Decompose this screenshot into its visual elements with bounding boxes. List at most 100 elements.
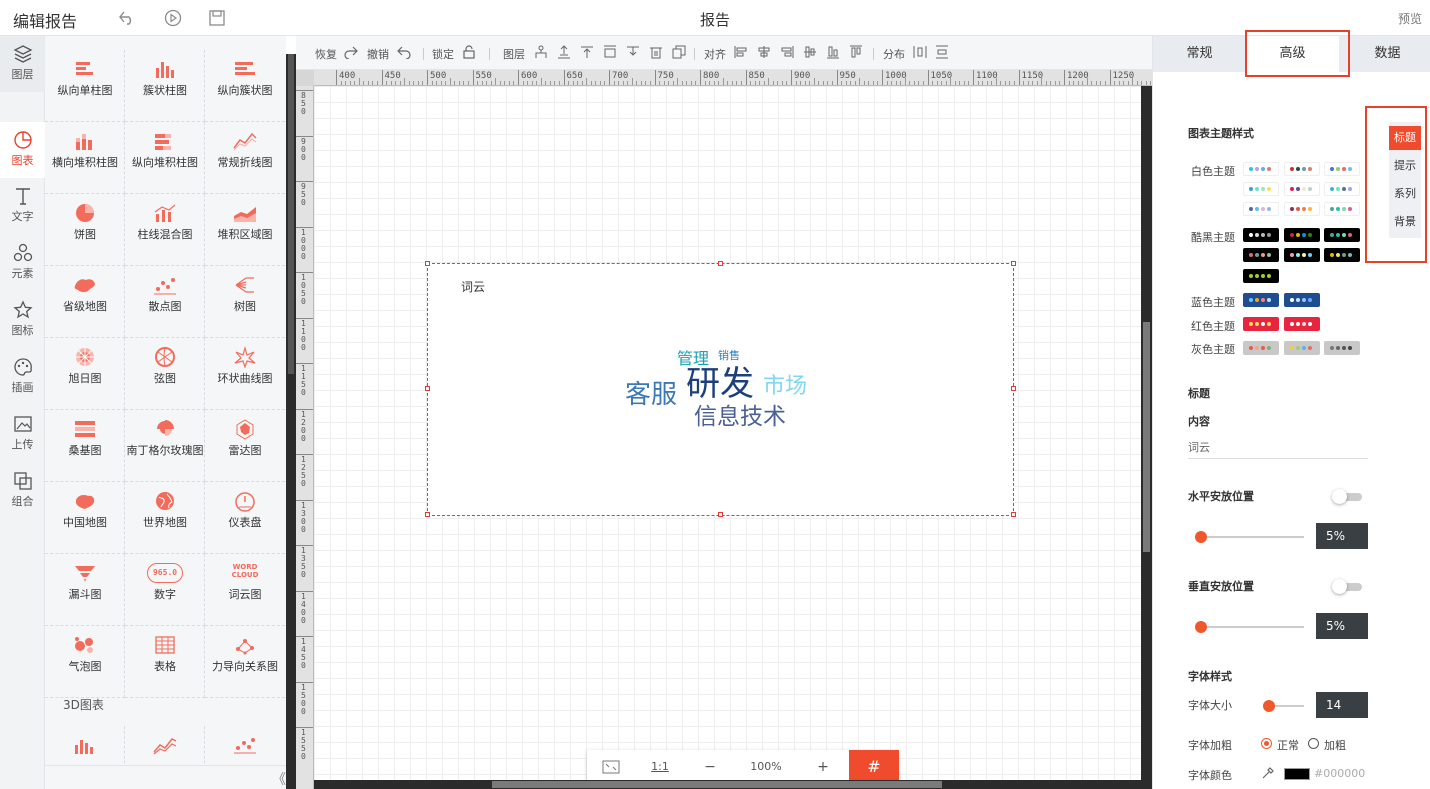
component-panel-scrollbar[interactable]: [286, 54, 296, 789]
undo-icon[interactable]: [397, 45, 411, 59]
play-icon[interactable]: [164, 9, 182, 27]
slider-knob[interactable]: [1195, 531, 1207, 543]
nav-item-group[interactable]: 组合: [0, 463, 45, 519]
theme-swatch[interactable]: [1324, 341, 1360, 355]
align-top-icon[interactable]: [849, 45, 863, 59]
theme-swatch[interactable]: [1284, 202, 1320, 216]
tab-general[interactable]: 常规: [1153, 36, 1246, 72]
component-tree[interactable]: 树图: [205, 266, 285, 338]
distribute-horizontal-icon[interactable]: [913, 45, 927, 59]
theme-swatch[interactable]: [1284, 228, 1320, 242]
theme-swatch[interactable]: [1284, 341, 1320, 355]
font-size-value[interactable]: 14: [1316, 692, 1368, 718]
theme-swatch[interactable]: [1284, 317, 1320, 331]
theme-swatch[interactable]: [1324, 248, 1360, 262]
theme-swatch[interactable]: [1284, 293, 1320, 307]
theme-swatch[interactable]: [1243, 228, 1279, 242]
layer-delete-icon[interactable]: [649, 45, 663, 59]
component-nightingale-rose[interactable]: 南丁格尔玫瑰图: [125, 410, 205, 482]
actual-size-button[interactable]: 1:1: [635, 750, 685, 784]
component-china-map[interactable]: 中国地图: [45, 482, 125, 554]
component-vertical-bar[interactable]: 纵向单柱图: [45, 50, 125, 122]
nav-item-illustration[interactable]: 插画: [0, 349, 45, 405]
component-cluster-bar[interactable]: 簇状柱图: [125, 50, 205, 122]
subnav-tooltip[interactable]: 提示: [1389, 154, 1421, 178]
align-center-icon[interactable]: [757, 45, 771, 59]
component-stacked-area[interactable]: 堆积区域图: [205, 194, 285, 266]
theme-swatch[interactable]: [1243, 317, 1279, 331]
layer-bottom-icon[interactable]: [603, 45, 617, 59]
component-pie[interactable]: 饼图: [45, 194, 125, 266]
distribute-vertical-icon[interactable]: [935, 45, 949, 59]
subnav-background[interactable]: 背景: [1389, 210, 1421, 234]
vertical-position-slider[interactable]: [1195, 621, 1304, 633]
component-horizontal-stacked-bar[interactable]: 横向堆积柱图: [45, 122, 125, 194]
subnav-series[interactable]: 系列: [1389, 182, 1421, 206]
component-number[interactable]: 965.0 数字: [125, 554, 205, 626]
title-content-input[interactable]: 词云: [1188, 437, 1368, 459]
nav-item-upload[interactable]: 上传: [0, 406, 45, 462]
component-radar[interactable]: 雷达图: [205, 410, 285, 482]
component-scatter[interactable]: 散点图: [125, 266, 205, 338]
resize-handle-n[interactable]: [718, 261, 723, 266]
vertical-position-value[interactable]: 5%: [1316, 613, 1368, 639]
theme-swatch[interactable]: [1284, 182, 1320, 196]
layer-up-icon[interactable]: [534, 45, 548, 59]
wordcloud-widget[interactable]: 词云 研发 客服 信息技术 市场 管理 销售: [425, 261, 1016, 517]
canvas-vertical-scrollbar[interactable]: [1141, 86, 1152, 789]
component-funnel[interactable]: 漏斗图: [45, 554, 125, 626]
resize-handle-se[interactable]: [1011, 512, 1016, 517]
layer-top-icon[interactable]: [580, 45, 594, 59]
nav-item-layers[interactable]: 图层: [0, 36, 45, 92]
fit-screen-button[interactable]: [587, 750, 635, 784]
component-bar-line-combo[interactable]: 柱线混合图: [125, 194, 205, 266]
resize-handle-ne[interactable]: [1011, 261, 1016, 266]
component-force-graph[interactable]: 力导向关系图: [205, 626, 285, 698]
layer-copy-icon[interactable]: [672, 45, 686, 59]
theme-swatch[interactable]: [1243, 202, 1279, 216]
save-icon[interactable]: [208, 9, 226, 27]
artboard[interactable]: 词云 研发 客服 信息技术 市场 管理 销售 1:1 − 100% + #: [314, 86, 1141, 784]
slider-knob[interactable]: [1195, 621, 1207, 633]
component-world-map[interactable]: 世界地图: [125, 482, 205, 554]
collapse-panel-icon[interactable]: 《: [272, 769, 286, 789]
grid-toggle-button[interactable]: #: [849, 750, 899, 784]
theme-swatch[interactable]: [1324, 182, 1360, 196]
canvas-horizontal-scrollbar[interactable]: [314, 780, 1141, 789]
font-color-swatch[interactable]: [1284, 768, 1310, 780]
theme-swatch[interactable]: [1243, 341, 1279, 355]
theme-swatch[interactable]: [1284, 248, 1320, 262]
nav-item-icons[interactable]: 图标: [0, 292, 45, 348]
theme-swatch[interactable]: [1324, 202, 1360, 216]
tab-data[interactable]: 数据: [1344, 36, 1430, 72]
theme-swatch[interactable]: [1243, 162, 1279, 176]
resize-handle-s[interactable]: [718, 512, 723, 517]
component-wordcloud[interactable]: WORD CLOUD 词云图: [205, 554, 285, 626]
component-sankey[interactable]: 桑基图: [45, 410, 125, 482]
tab-advanced[interactable]: 高级: [1246, 36, 1339, 72]
align-bottom-icon[interactable]: [826, 45, 840, 59]
component-gauge[interactable]: 仪表盘: [205, 482, 285, 554]
slider-knob[interactable]: [1263, 700, 1275, 712]
align-left-icon[interactable]: [734, 45, 748, 59]
resize-handle-w[interactable]: [425, 386, 430, 391]
undo-history-icon[interactable]: [118, 9, 136, 27]
layer-front-icon[interactable]: [626, 45, 640, 59]
resize-handle-e[interactable]: [1011, 386, 1016, 391]
zoom-in-button[interactable]: +: [797, 750, 849, 784]
component-bubble[interactable]: 气泡图: [45, 626, 125, 698]
eyedropper-icon[interactable]: [1261, 766, 1275, 780]
nav-item-chart[interactable]: 图表: [0, 122, 45, 178]
font-size-slider[interactable]: [1263, 700, 1304, 712]
theme-swatch[interactable]: [1324, 162, 1360, 176]
weight-normal-radio[interactable]: [1261, 738, 1272, 749]
horizontal-position-value[interactable]: 5%: [1316, 523, 1368, 549]
resize-handle-nw[interactable]: [425, 261, 430, 266]
horizontal-position-toggle[interactable]: [1332, 489, 1362, 504]
subnav-title[interactable]: 标题: [1389, 126, 1421, 150]
component-sunburst[interactable]: 旭日图: [45, 338, 125, 410]
theme-swatch[interactable]: [1324, 228, 1360, 242]
theme-swatch[interactable]: [1243, 269, 1279, 283]
theme-swatch[interactable]: [1243, 248, 1279, 262]
theme-swatch[interactable]: [1284, 162, 1320, 176]
